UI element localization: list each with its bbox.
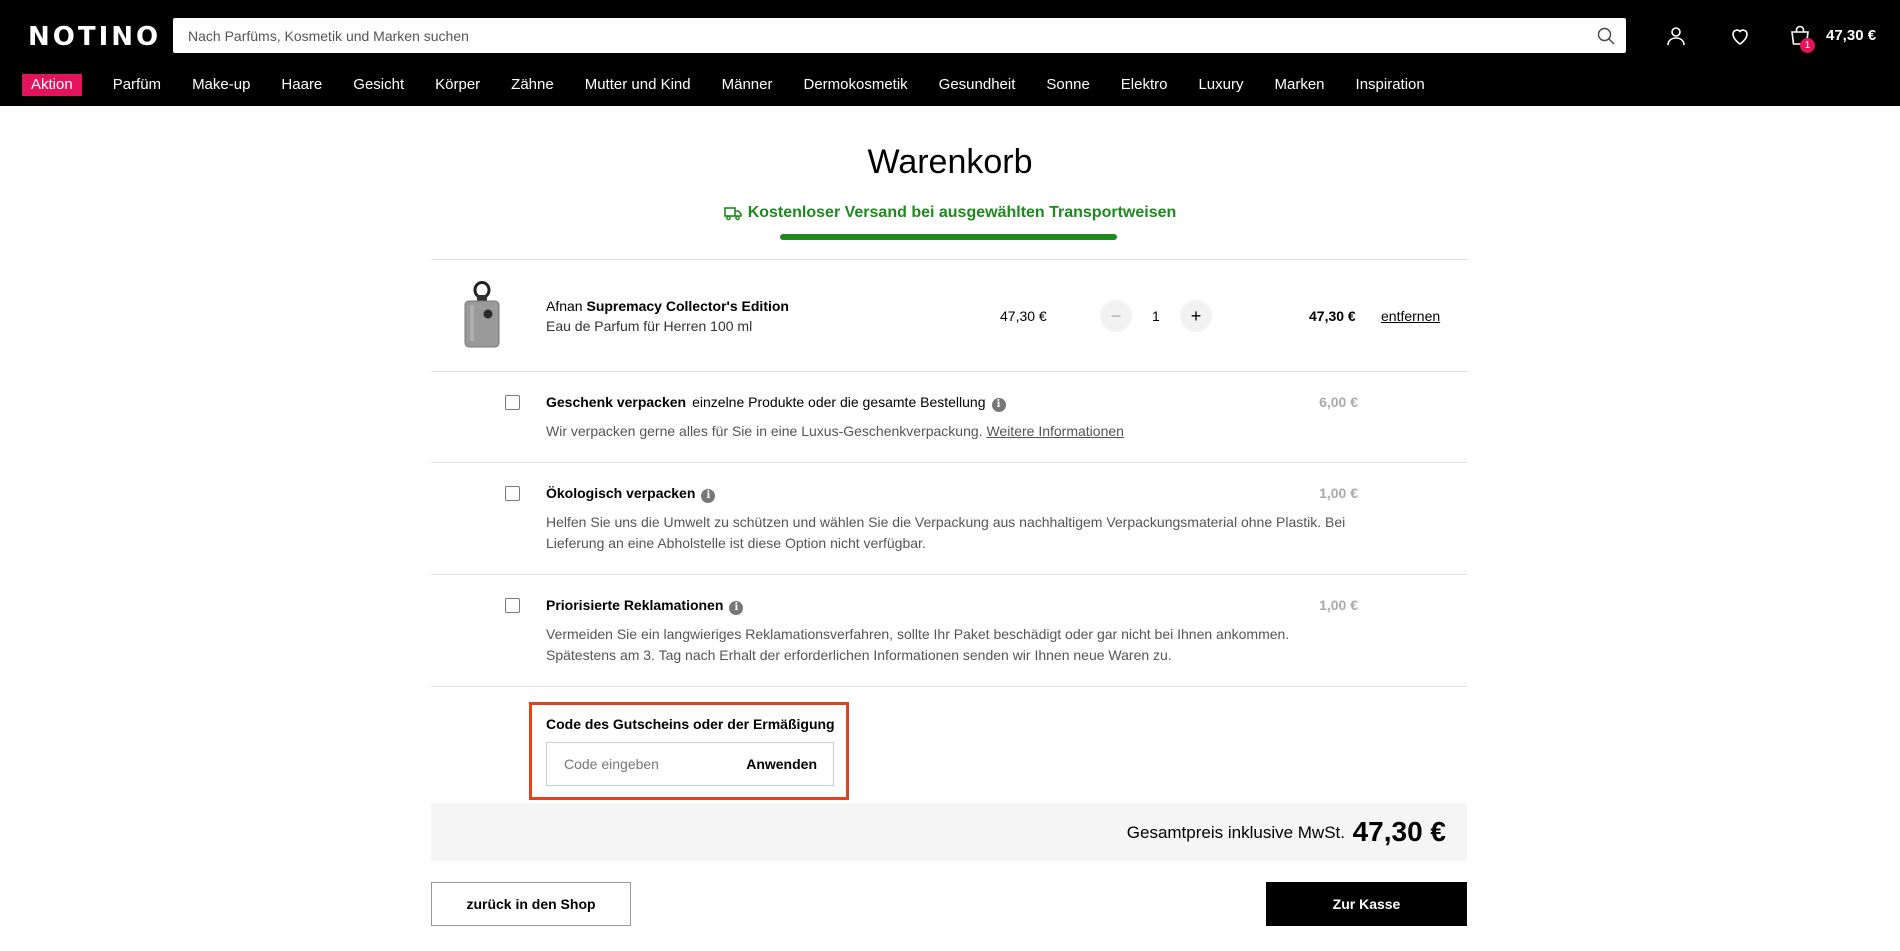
total-label: Gesamtpreis inklusive MwSt. — [1126, 823, 1345, 842]
checkout-button[interactable]: Zur Kasse — [1266, 882, 1467, 926]
decrease-quantity-button[interactable]: − — [1100, 300, 1132, 332]
logo[interactable]: NOTINO — [28, 22, 161, 52]
cart-count-badge: 1 — [1800, 38, 1815, 53]
priority-claims-title: Priorisierte Reklamationen i — [546, 597, 744, 615]
page-title: Warenkorb — [867, 143, 1033, 181]
minus-icon: − — [1110, 306, 1122, 326]
product-variant: Eau de Parfum für Herren 100 ml — [546, 318, 753, 334]
divider — [431, 259, 1467, 260]
quantity-value: 1 — [1152, 308, 1160, 324]
remove-item-link[interactable]: entfernen — [1381, 308, 1440, 324]
site-header: NOTINO 1 47,30 € Aktion Parfüm Make-up H… — [0, 0, 1900, 106]
priority-claims-description: Vermeiden Sie ein langwieriges Reklamati… — [546, 626, 1290, 663]
more-info-link[interactable]: Weitere Informationen — [986, 423, 1123, 439]
product-name: Supremacy Collector's Edition — [586, 298, 789, 314]
nav-item-dermokosmetik[interactable]: Dermokosmetik — [803, 74, 907, 96]
search-input[interactable] — [173, 18, 1553, 53]
gift-wrap-checkbox[interactable] — [505, 395, 520, 410]
cart-total[interactable]: 47,30 € — [1826, 27, 1876, 44]
nav-item-luxury[interactable]: Luxury — [1198, 74, 1243, 96]
plus-icon: + — [1190, 306, 1202, 326]
divider — [431, 462, 1467, 463]
nav-item-koerper[interactable]: Körper — [435, 74, 480, 96]
search-bar — [173, 18, 1626, 53]
main-nav: Aktion Parfüm Make-up Haare Gesicht Körp… — [22, 74, 1456, 96]
eco-packaging-checkbox[interactable] — [505, 486, 520, 501]
nav-item-marken[interactable]: Marken — [1275, 74, 1325, 96]
heart-icon[interactable] — [1728, 24, 1752, 48]
product-brand: Afnan — [546, 298, 583, 314]
priority-claims-checkbox[interactable] — [505, 598, 520, 613]
increase-quantity-button[interactable]: + — [1180, 300, 1212, 332]
line-total: 47,30 € — [1309, 308, 1356, 324]
nav-item-sonne[interactable]: Sonne — [1046, 74, 1089, 96]
nav-item-parfuem[interactable]: Parfüm — [113, 74, 161, 96]
nav-item-mutter-und-kind[interactable]: Mutter und Kind — [585, 74, 691, 96]
total-value: 47,30 € — [1352, 816, 1446, 847]
unit-price: 47,30 € — [1000, 308, 1047, 324]
nav-item-maenner[interactable]: Männer — [722, 74, 773, 96]
nav-item-haare[interactable]: Haare — [281, 74, 322, 96]
divider — [431, 574, 1467, 575]
voucher-label: Code des Gutscheins oder der Ermäßigung — [546, 716, 835, 732]
shipping-progress-bar — [780, 234, 1117, 240]
priority-claims-price: 1,00 € — [1319, 597, 1358, 613]
gift-wrap-price: 6,00 € — [1319, 394, 1358, 410]
user-icon[interactable] — [1664, 24, 1688, 48]
eco-packaging-description: Helfen Sie uns die Umwelt zu schützen un… — [546, 514, 1346, 551]
divider — [431, 686, 1467, 687]
nav-item-inspiration[interactable]: Inspiration — [1356, 74, 1425, 96]
voucher-field: Anwenden — [546, 742, 834, 786]
gift-wrap-description: Wir verpacken gerne alles für Sie in ein… — [546, 423, 1124, 439]
voucher-code-input[interactable] — [547, 743, 737, 785]
info-icon[interactable]: i — [729, 601, 744, 615]
nav-item-elektro[interactable]: Elektro — [1121, 74, 1168, 96]
order-total-bar: Gesamtpreis inklusive MwSt. 47,30 € — [431, 803, 1467, 861]
gift-wrap-title: Geschenk verpacken einzelne Produkte oder… — [546, 394, 1006, 412]
eco-packaging-title: Ökologisch verpacken i — [546, 485, 716, 503]
eco-packaging-price: 1,00 € — [1319, 485, 1358, 501]
divider — [431, 371, 1467, 372]
nav-item-aktion[interactable]: Aktion — [22, 74, 82, 96]
nav-item-zaehne[interactable]: Zähne — [511, 74, 554, 96]
free-shipping-notice: Kostenloser Versand bei ausgewählten Tra… — [0, 204, 1900, 222]
shipping-progress-fill — [780, 234, 1117, 240]
nav-item-gesicht[interactable]: Gesicht — [353, 74, 404, 96]
apply-voucher-button[interactable]: Anwenden — [746, 756, 817, 772]
product-title[interactable]: Afnan Supremacy Collector's Edition — [546, 298, 789, 314]
shipping-text: Kostenloser Versand bei ausgewählten Tra… — [747, 204, 1177, 221]
info-icon[interactable]: i — [701, 489, 716, 503]
back-to-shop-button[interactable]: zurück in den Shop — [431, 882, 631, 926]
product-image[interactable] — [462, 281, 502, 349]
nav-item-gesundheit[interactable]: Gesundheit — [939, 74, 1016, 96]
search-icon[interactable] — [1596, 26, 1616, 46]
info-icon[interactable]: i — [991, 398, 1006, 412]
nav-item-make-up[interactable]: Make-up — [192, 74, 250, 96]
truck-icon — [723, 207, 742, 221]
gift-wrap-subtitle: einzelne Produkte oder die gesamte Beste… — [692, 394, 986, 410]
